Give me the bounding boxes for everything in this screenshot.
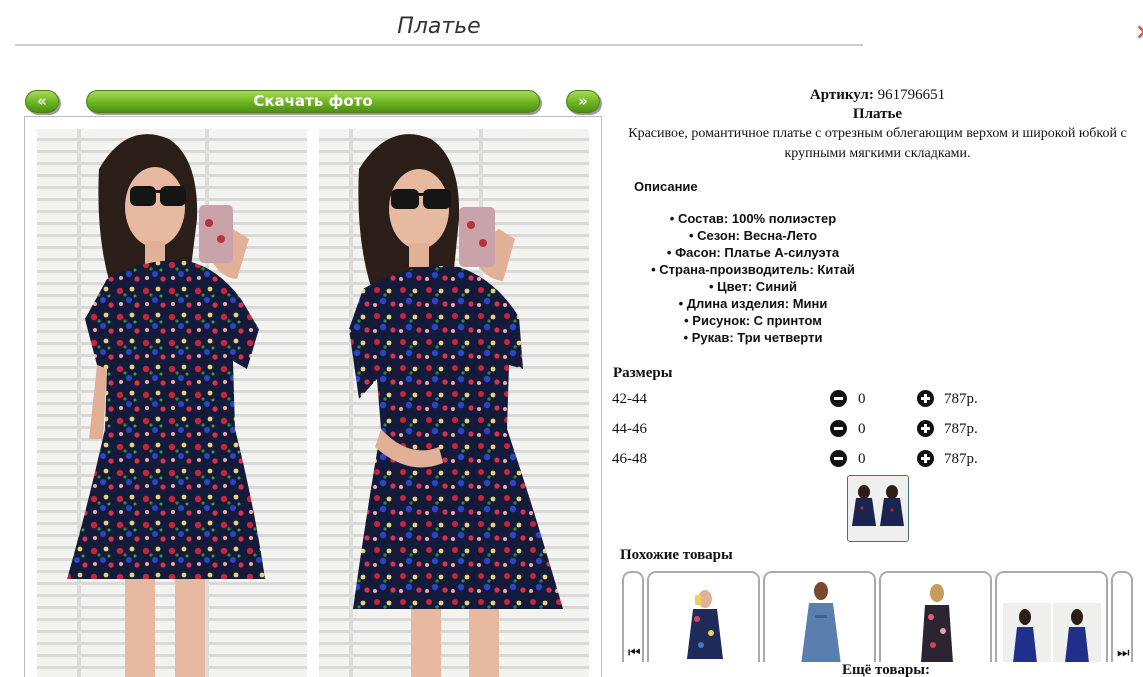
size-label: 42-44 <box>612 391 647 407</box>
increase-quantity-icon[interactable] <box>917 390 934 407</box>
article-value: 961796651 <box>877 87 946 103</box>
next-photo-button[interactable]: » <box>566 90 600 113</box>
size-label: 44-46 <box>612 421 647 437</box>
spec-item: Цвет: Синий <box>612 278 894 295</box>
spec-item: Рисунок: С принтом <box>612 312 894 329</box>
article-label: Артикул: <box>809 87 874 103</box>
size-price: 787р. <box>944 451 978 467</box>
size-row: 46-48 0 787р. <box>612 449 1012 471</box>
product-photo-frame <box>24 116 602 677</box>
product-description: Красивое, романтичное платье с отрезным … <box>628 126 1127 161</box>
decrease-quantity-icon[interactable] <box>830 450 847 467</box>
specs-title: Описание <box>634 179 698 194</box>
prev-photo-button[interactable]: « <box>25 90 59 113</box>
size-row: 42-44 0 787р. <box>612 389 1012 411</box>
photo-thumbnail[interactable] <box>847 475 909 542</box>
close-icon[interactable]: × <box>1135 20 1143 45</box>
size-price: 787р. <box>944 391 978 407</box>
increase-quantity-icon[interactable] <box>917 450 934 467</box>
article-line: Артикул: 961796651 <box>612 86 1143 104</box>
decrease-quantity-icon[interactable] <box>830 420 847 437</box>
sizes-title: Размеры <box>613 365 673 381</box>
quantity-value: 0 <box>858 421 866 437</box>
decrease-quantity-icon[interactable] <box>830 390 847 407</box>
size-price: 787р. <box>944 421 978 437</box>
product-info: Артикул: 961796651 Платье Красивое, рома… <box>612 86 1143 164</box>
skip-forward-icon: ⏭ <box>1117 645 1130 661</box>
carousel-prev-button[interactable]: ⏮ <box>622 571 644 671</box>
product-photo-front <box>37 129 307 677</box>
more-products-label[interactable]: Ещё товары: <box>612 662 1143 677</box>
quantity-value: 0 <box>858 451 866 467</box>
skip-back-icon: ⏮ <box>628 645 641 661</box>
similar-products-title: Похожие товары <box>620 547 733 563</box>
carousel-next-button[interactable]: ⏭ <box>1111 571 1133 671</box>
product-name: Платье <box>852 106 903 122</box>
spec-item: Фасон: Платье А-силуэта <box>612 244 894 261</box>
page-title: Платье <box>397 14 481 39</box>
title-divider <box>15 44 863 46</box>
size-label: 46-48 <box>612 451 647 467</box>
spec-item: Сезон: Весна-Лето <box>612 227 894 244</box>
spec-item: Состав: 100% полиэстер <box>612 210 894 227</box>
specs-list: Состав: 100% полиэстер Сезон: Весна-Лето… <box>612 210 894 346</box>
spec-item: Страна-производитель: Китай <box>612 261 894 278</box>
download-photo-button[interactable]: Скачать фото <box>86 90 540 113</box>
spec-item: Рукав: Три четверти <box>612 329 894 346</box>
increase-quantity-icon[interactable] <box>917 420 934 437</box>
size-row: 44-46 0 787р. <box>612 419 1012 441</box>
spec-item: Длина изделия: Мини <box>612 295 894 312</box>
product-photo-side <box>319 129 589 677</box>
quantity-value: 0 <box>858 391 866 407</box>
